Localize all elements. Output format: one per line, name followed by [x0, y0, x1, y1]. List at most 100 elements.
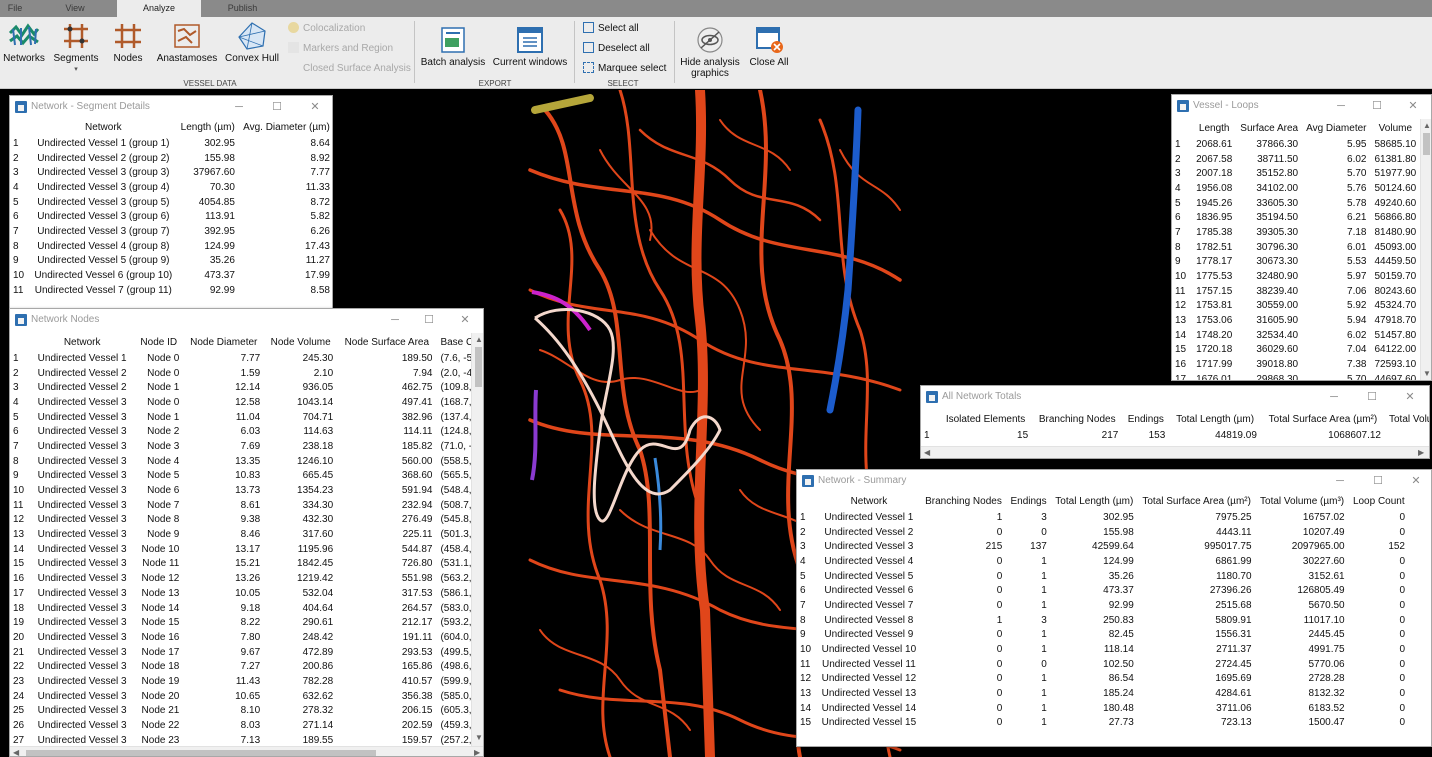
nodes-button[interactable]: Nodes [108, 21, 148, 64]
table-row[interactable]: 9 1778.17 30673.30 5.53 44459.50 [1172, 255, 1420, 270]
column-header[interactable]: Total Length (µm) [1051, 492, 1138, 510]
vertical-scrollbar[interactable]: ▲ ▼ [471, 333, 483, 746]
table-row[interactable]: 7 1785.38 39305.30 7.18 81480.90 [1172, 225, 1420, 240]
table-row[interactable]: 19 Undirected Vessel 3 Node 15 8.22 290.61 21… [10, 615, 471, 630]
networks-button[interactable]: Networks [2, 21, 46, 64]
colocalization-button[interactable]: Colocalization [288, 22, 365, 36]
vessel-loops-title-bar[interactable]: Vessel - Loops ─ ☐ ✕ [1172, 95, 1431, 117]
convex-hull-button[interactable]: Convex Hull [224, 21, 280, 64]
marquee-select-button[interactable]: Marquee select [583, 62, 666, 76]
table-row[interactable]: 4 Undirected Vessel 4 0 1 124.99 6861.99 30227… [797, 554, 1409, 569]
column-header[interactable]: Branching Nodes [921, 492, 1007, 510]
table-row[interactable]: 4 Undirected Vessel 3 Node 0 12.58 1043.14 49… [10, 395, 471, 410]
minimize-button[interactable]: ─ [380, 309, 410, 331]
table-row[interactable]: 2 Undirected Vessel 2 Node 0 1.59 2.10 7.94 (2… [10, 366, 471, 381]
table-row[interactable]: 8 Undirected Vessel 8 1 3 250.83 5809.91 11017… [797, 613, 1409, 628]
table-row[interactable]: 4 Undirected Vessel 3 (group 4) 70.30 11.33 [10, 180, 332, 195]
table-row[interactable]: 3 Undirected Vessel 3 215 137 42599.64 995017… [797, 539, 1409, 554]
close-button[interactable]: ✕ [300, 96, 330, 118]
scrollbar-thumb[interactable] [26, 750, 376, 756]
anastamoses-button[interactable]: Anastamoses [155, 21, 219, 64]
table-row[interactable]: 24 Undirected Vessel 3 Node 20 10.65 632.62 3… [10, 689, 471, 704]
table-row[interactable]: 12 1753.81 30559.00 5.92 45324.70 [1172, 299, 1420, 314]
table-row[interactable]: 10 Undirected Vessel 6 (group 10) 473.37 17… [10, 268, 332, 283]
table-row[interactable]: 7 Undirected Vessel 7 0 1 92.99 2515.68 5670.5… [797, 598, 1409, 613]
current-windows-button[interactable]: Current windows [492, 25, 568, 68]
column-header[interactable]: Surface Area [1236, 119, 1302, 137]
horizontal-scrollbar[interactable]: ◀ ▶ [921, 446, 1429, 458]
scroll-left-icon[interactable]: ◀ [924, 448, 930, 457]
table-row[interactable]: 15 1720.18 36029.60 7.04 64122.00 [1172, 343, 1420, 358]
table-row[interactable]: 11 Undirected Vessel 3 Node 7 8.61 334.30 232… [10, 498, 471, 513]
closed-surface-analysis-button[interactable]: Closed Surface Analysis [303, 62, 411, 76]
column-header[interactable]: Total Volume (µm³) [1256, 492, 1349, 510]
table-row[interactable]: 6 Undirected Vessel 6 0 1 473.37 27396.26 1268… [797, 583, 1409, 598]
table-row[interactable]: 10 Undirected Vessel 3 Node 6 13.73 1354.23 5… [10, 483, 471, 498]
table-row[interactable]: 26 Undirected Vessel 3 Node 22 8.03 271.14 20… [10, 718, 471, 733]
markers-and-region-button[interactable]: Markers and Region [288, 42, 393, 56]
table-row[interactable]: 3 Undirected Vessel 2 Node 1 12.14 936.05 462… [10, 380, 471, 395]
table-row[interactable]: 5 Undirected Vessel 3 (group 5) 4054.85 8.7… [10, 195, 332, 210]
column-header[interactable]: Node Volume [264, 333, 337, 351]
vertical-scrollbar[interactable]: ▲ ▼ [1420, 119, 1431, 380]
table-row[interactable]: 8 Undirected Vessel 4 (group 8) 124.99 17.4… [10, 239, 332, 254]
column-header[interactable]: Total Surface Area (µm²) [1138, 492, 1256, 510]
table-row[interactable]: 11 Undirected Vessel 11 0 0 102.50 2724.45 577… [797, 657, 1409, 672]
table-row[interactable]: 5 Undirected Vessel 3 Node 1 11.04 704.71 382… [10, 410, 471, 425]
scroll-left-icon[interactable]: ◀ [13, 748, 19, 756]
table-row[interactable]: 11 1757.15 38239.40 7.06 80243.60 [1172, 284, 1420, 299]
table-row[interactable]: 2 Undirected Vessel 2 0 0 155.98 4443.11 10207… [797, 525, 1409, 540]
table-row[interactable]: 20 Undirected Vessel 3 Node 16 7.80 248.42 19… [10, 630, 471, 645]
table-row[interactable]: 25 Undirected Vessel 3 Node 21 8.10 278.32 20… [10, 704, 471, 719]
table-row[interactable]: 1 2068.61 37866.30 5.95 58685.10 [1172, 137, 1420, 152]
maximize-button[interactable]: ☐ [414, 309, 444, 331]
column-header[interactable]: Loop Count [1349, 492, 1409, 510]
column-header[interactable]: Total Volume ( [1385, 410, 1429, 428]
table-row[interactable]: 13 1753.06 31605.90 5.94 47918.70 [1172, 313, 1420, 328]
tab-analyze[interactable]: Analyze [117, 0, 201, 17]
deselect-all-button[interactable]: Deselect all [583, 42, 650, 56]
minimize-button[interactable]: ─ [1326, 95, 1356, 117]
segments-button[interactable]: Segments ▾ [52, 21, 100, 75]
column-header[interactable]: Node Surface Area [337, 333, 436, 351]
table-row[interactable]: 5 1945.26 33605.30 5.78 49240.60 [1172, 196, 1420, 211]
scroll-right-icon[interactable]: ▶ [474, 748, 480, 756]
tab-publish[interactable]: Publish [210, 0, 275, 17]
table-row[interactable]: 7 Undirected Vessel 3 Node 3 7.69 238.18 185.… [10, 439, 471, 454]
column-header[interactable]: Base Coo [436, 333, 471, 351]
table-row[interactable]: 10 1775.53 32480.90 5.97 50159.70 [1172, 269, 1420, 284]
column-header[interactable]: Isolated Elements [939, 410, 1032, 428]
close-button[interactable]: ✕ [1398, 95, 1428, 117]
scroll-down-icon[interactable]: ▼ [1423, 369, 1431, 378]
table-row[interactable]: 15 Undirected Vessel 15 0 1 27.73 723.13 1500.… [797, 716, 1409, 731]
table-row[interactable]: 23 Undirected Vessel 3 Node 19 11.43 782.28 4… [10, 674, 471, 689]
table-row[interactable]: 21 Undirected Vessel 3 Node 17 9.67 472.89 29… [10, 645, 471, 660]
table-row[interactable]: 14 Undirected Vessel 14 0 1 180.48 3711.06 618… [797, 701, 1409, 716]
table-row[interactable]: 8 1782.51 30796.30 6.01 45093.00 [1172, 240, 1420, 255]
column-header[interactable]: Network [30, 333, 134, 351]
table-row[interactable]: 12 Undirected Vessel 12 0 1 86.54 1695.69 2728… [797, 672, 1409, 687]
table-row[interactable]: 2 2067.58 38711.50 6.02 61381.80 [1172, 152, 1420, 167]
table-row[interactable]: 16 1717.99 39018.80 7.38 72593.10 [1172, 357, 1420, 372]
hide-analysis-graphics-button[interactable]: Hide analysis graphics [680, 25, 740, 79]
close-button[interactable]: ✕ [450, 309, 480, 331]
table-row[interactable]: 6 Undirected Vessel 3 Node 2 6.03 114.63 114.… [10, 424, 471, 439]
table-row[interactable]: 5 Undirected Vessel 5 0 1 35.26 1180.70 3152.6… [797, 569, 1409, 584]
tab-file[interactable]: File [0, 0, 30, 17]
column-header[interactable]: Avg. Diameter (µm) [239, 118, 332, 136]
table-row[interactable]: 3 Undirected Vessel 3 (group 3) 37967.60 7.… [10, 165, 332, 180]
table-row[interactable]: 1 15 217 153 44819.09 1068607.12 23335 [921, 428, 1429, 443]
network-nodes-title-bar[interactable]: Network Nodes ─ ☐ ✕ [10, 309, 483, 331]
table-row[interactable]: 9 Undirected Vessel 5 (group 9) 35.26 11.27 [10, 254, 332, 269]
minimize-button[interactable]: ─ [1319, 386, 1349, 408]
maximize-button[interactable]: ☐ [1357, 386, 1387, 408]
table-row[interactable]: 1 Undirected Vessel 1 (group 1) 302.95 8.64 [10, 136, 332, 151]
column-header[interactable]: Network [817, 492, 921, 510]
table-row[interactable]: 11 Undirected Vessel 7 (group 11) 92.99 8.5… [10, 283, 332, 298]
scrollbar-thumb[interactable] [1423, 133, 1430, 155]
table-row[interactable]: 17 Undirected Vessel 3 Node 13 10.05 532.04 3… [10, 586, 471, 601]
scroll-up-icon[interactable]: ▲ [475, 335, 483, 344]
column-header[interactable]: Network [30, 118, 176, 136]
table-row[interactable]: 14 Undirected Vessel 3 Node 10 13.17 1195.96… [10, 542, 471, 557]
column-header[interactable]: Avg Diameter [1302, 119, 1370, 137]
